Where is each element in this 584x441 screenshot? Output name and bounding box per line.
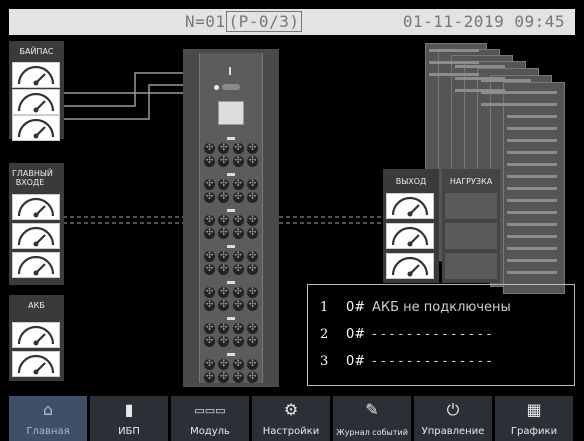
event-log-icon: ✎ [365,400,379,419]
load-panel: НАГРУЗКА [442,169,500,283]
message-text: АКБ не подключены [372,300,511,315]
message-code: 0# [346,300,366,315]
home-icon: ⌂ [42,400,54,419]
output-gauge-1 [386,193,434,219]
message-row: 2 0# - - - - - - - - - - - - - - [320,327,491,342]
ups-icon: ▮ [124,400,134,419]
nav-control-button[interactable]: ⏻ Управление [414,396,492,441]
gear-icon: ⚙ [283,400,299,419]
message-row: 3 0# - - - - - - - - - - - - - - [320,354,491,369]
nav-settings-button[interactable]: ⚙ Настройки [252,396,330,441]
nav-label: ИБП [118,426,140,437]
message-row: 1 0# АКБ не подключены [320,300,511,315]
load-title: НАГРУЗКА [449,177,493,186]
load-bar-3 [445,253,497,279]
message-number: 3 [320,354,329,369]
chart-icon: ▦ [526,400,542,419]
power-icon: ⏻ [446,400,460,419]
nav-label: Управление [421,426,485,437]
output-panel: ВЫХОД [383,169,439,283]
message-code: 0# [346,327,366,342]
nav-charts-button[interactable]: ▦ Графики [495,396,573,441]
nav-label: Настройки [262,426,320,437]
message-number: 1 [320,300,329,315]
event-messages: 1 0# АКБ не подключены 2 0# - - - - - - - - … [307,284,575,386]
message-code: 0# [346,354,366,369]
load-bar-2 [445,223,497,249]
output-gauge-2 [386,223,434,249]
nav-home-button[interactable]: ⌂ Главная [9,396,87,441]
main-screen: БАЙПАС ГЛАВНЫЙ ВХОДЕ АКБ ✣ ✣ ✣ ✣ ✣ ✣ ✣ ✣ ✣ ✣ ✣ ✣ … [9,35,575,393]
nav-event-log-button[interactable]: ✎ Журнал событий [333,396,411,441]
output-gauge-3 [386,253,434,279]
nav-label: Модуль [190,426,230,437]
nav-label: Журнал событий [336,428,408,437]
output-title: ВЫХОД [395,177,427,186]
bottom-nav: ⌂ Главная ▮ ИБП ▭▭▭ Модуль ⚙ Настройки ✎… [9,396,575,441]
nav-label: Графики [510,426,558,437]
phase-id: (P-0/3) [225,11,303,32]
nav-module-button[interactable]: ▭▭▭ Модуль [171,396,249,441]
nav-ups-button[interactable]: ▮ ИБП [90,396,168,441]
message-text: - - - - - - - - - - - - - - [372,354,492,369]
nav-label: Главная [26,426,70,437]
module-icon: ▭▭▭ [194,404,226,417]
system-status: N=01 (P-0/3) [185,11,303,32]
system-id: N=01 [185,12,226,31]
message-text: - - - - - - - - - - - - - - [372,327,492,342]
status-bar: N=01 (P-0/3) 01-11-2019 09:45 [9,9,575,35]
load-bar-1 [445,193,497,219]
datetime: 01-11-2019 09:45 [402,12,565,31]
message-number: 2 [320,327,329,342]
